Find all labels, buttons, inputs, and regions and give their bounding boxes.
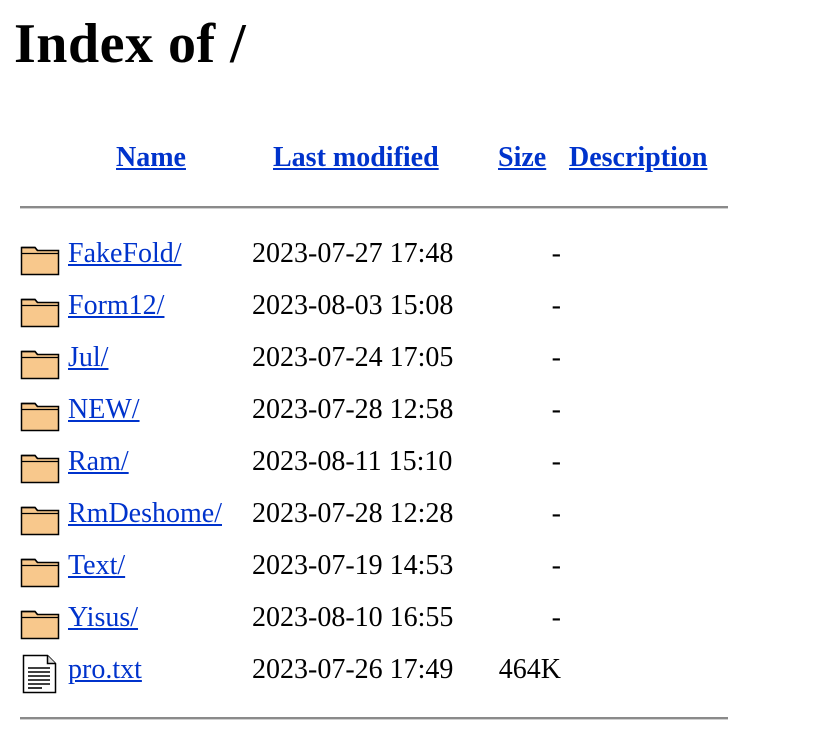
entry-link[interactable]: FakeFold/ [68,236,182,272]
sort-by-size-link[interactable]: Size [498,140,546,176]
folder-icon [20,610,60,640]
folder-icon [20,402,60,432]
entry-link[interactable]: Text/ [68,548,125,584]
page-title: Index of / [14,13,247,75]
sort-by-description-link[interactable]: Description [569,140,707,176]
footer-divider [20,717,728,720]
file-size: - [551,446,561,477]
table-row: Yisus/2023-08-10 16:55- [0,594,816,646]
table-row: Ram/2023-08-11 15:10- [0,438,816,490]
file-size: - [551,342,561,373]
header-divider [20,206,728,209]
folder-icon [20,506,60,536]
sort-by-last-modified-link[interactable]: Last modified [273,140,439,176]
folder-icon [20,454,60,484]
entry-link[interactable]: RmDeshome/ [68,496,222,532]
table-row: NEW/2023-07-28 12:58- [0,386,816,438]
folder-icon [20,558,60,588]
sort-by-name-link[interactable]: Name [116,140,186,176]
folder-icon [20,298,60,328]
table-row: Form12/2023-08-03 15:08- [0,282,816,334]
table-row: Jul/2023-07-24 17:05- [0,334,816,386]
table-row: RmDeshome/2023-07-28 12:28- [0,490,816,542]
file-size: 464K [498,654,561,685]
entry-link[interactable]: Ram/ [68,444,129,480]
file-size: - [551,394,561,425]
table-row: FakeFold/2023-07-27 17:48- [0,230,816,282]
table-row: Text/2023-07-19 14:53- [0,542,816,594]
file-size: - [551,290,561,321]
entry-link[interactable]: Form12/ [68,288,164,324]
entry-link[interactable]: NEW/ [68,392,140,428]
entry-link[interactable]: Jul/ [68,340,108,376]
folder-icon [20,350,60,380]
file-size: - [551,602,561,633]
entry-link[interactable]: Yisus/ [68,600,138,636]
file-size: - [551,238,561,269]
text-file-icon [22,654,57,694]
folder-icon [20,246,60,276]
entry-link[interactable]: pro.txt [68,652,142,688]
file-size: - [551,550,561,581]
table-row: pro.txt 2023-07-26 17:49 464K [0,646,816,698]
file-size: - [551,498,561,529]
